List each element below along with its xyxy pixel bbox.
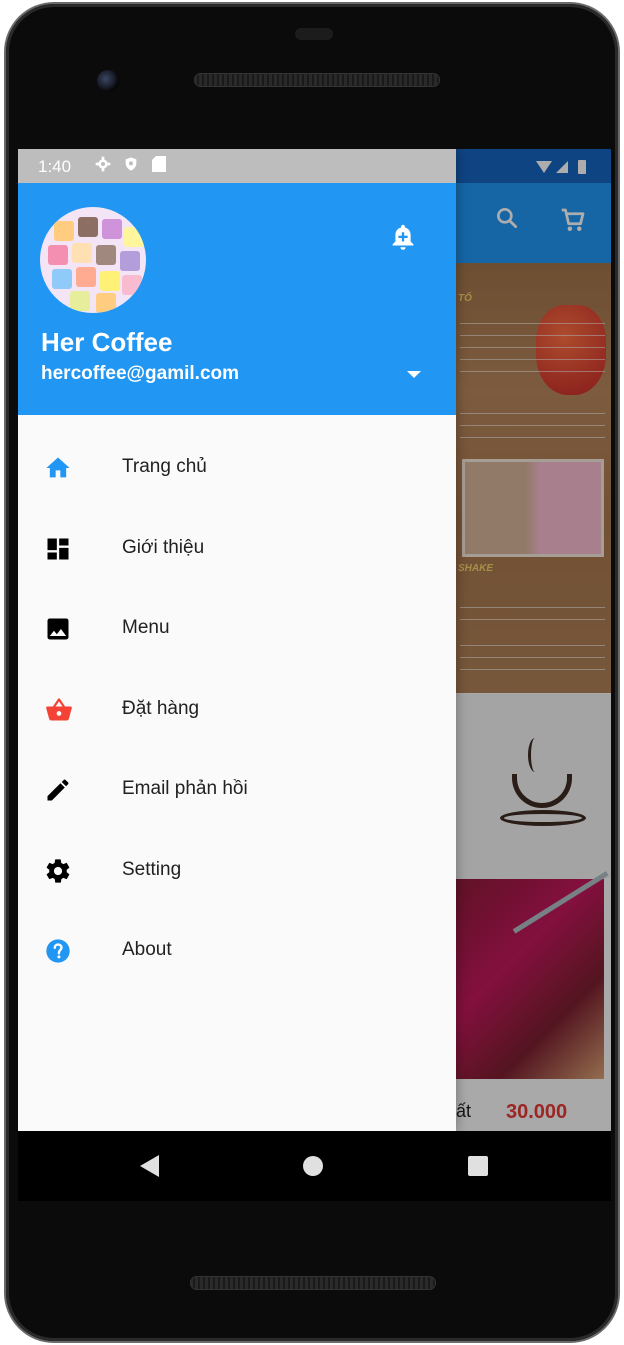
- shopping-basket-icon: [44, 696, 72, 724]
- drawer-menu: Trang chủ Giới thiệu Menu Đặt hàng Email…: [18, 427, 456, 991]
- bottom-speaker-grille: [190, 1276, 436, 1290]
- navigation-drawer: 1:40 Her Coffee hercoffee@gamil.com Tran…: [18, 149, 456, 1131]
- back-icon[interactable]: [140, 1155, 159, 1177]
- menu-item-label: Giới thiệu: [122, 536, 205, 558]
- dashboard-icon: [44, 535, 72, 563]
- menu-item-settings[interactable]: Setting: [18, 830, 456, 911]
- menu-item-menu[interactable]: Menu: [18, 588, 456, 669]
- menu-item-about[interactable]: About: [18, 910, 456, 991]
- account-name: Her Coffee: [41, 327, 173, 357]
- system-navigation-bar: [18, 1131, 611, 1201]
- menu-item-home[interactable]: Trang chủ: [18, 427, 456, 508]
- menu-item-label: Đặt hàng: [122, 697, 200, 719]
- avatar[interactable]: [40, 207, 146, 313]
- image-icon: [44, 615, 72, 643]
- menu-item-label: Email phản hồi: [122, 778, 248, 799]
- status-bar: 1:40: [18, 149, 456, 183]
- pencil-icon: [44, 776, 72, 804]
- gear-icon: [44, 857, 72, 885]
- front-camera: [97, 70, 119, 92]
- menu-item-about-us[interactable]: Giới thiệu: [18, 508, 456, 589]
- account-dropdown-icon[interactable]: [407, 371, 421, 378]
- add-alert-icon[interactable]: [389, 223, 417, 253]
- drawer-header: Her Coffee hercoffee@gamil.com: [18, 183, 456, 415]
- proximity-sensor: [295, 28, 333, 40]
- menu-item-label: About: [122, 939, 172, 960]
- menu-item-order[interactable]: Đặt hàng: [18, 669, 456, 750]
- home-icon: [44, 454, 72, 482]
- shield-status-icon: [122, 156, 140, 174]
- account-email: hercoffee@gamil.com: [41, 363, 240, 384]
- menu-item-label: Menu: [122, 617, 170, 638]
- settings-status-icon: [94, 156, 112, 174]
- screen: TỐ SHAKE ất 30.000 1:40 Her Coffee herco…: [18, 149, 611, 1131]
- top-speaker-grille: [194, 73, 440, 87]
- status-time: 1:40: [38, 157, 72, 176]
- home-button[interactable]: [303, 1156, 323, 1176]
- menu-item-label: Setting: [122, 858, 182, 880]
- sd-card-status-icon: [150, 156, 168, 174]
- menu-item-feedback-email[interactable]: Email phản hồi: [18, 749, 456, 830]
- recent-apps-button[interactable]: [468, 1156, 488, 1176]
- help-icon: [44, 937, 72, 965]
- menu-item-label: Trang chủ: [122, 456, 207, 477]
